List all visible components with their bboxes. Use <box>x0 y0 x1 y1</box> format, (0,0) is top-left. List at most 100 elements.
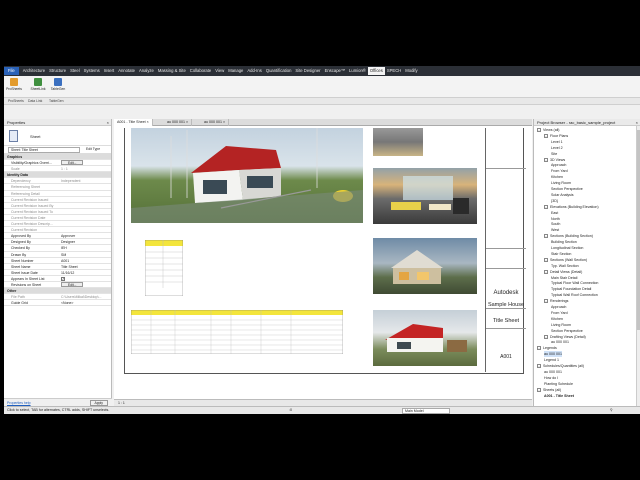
instance-filter-dropdown[interactable]: Sheet: Title Sheet <box>8 147 80 153</box>
browser-scrollbar[interactable] <box>636 126 640 406</box>
collapse-icon[interactable]: - <box>544 257 548 262</box>
tab-architecture[interactable]: Architecture <box>21 67 47 75</box>
approach-render[interactable] <box>373 310 477 366</box>
edit-type-button[interactable]: Edit Type <box>86 147 100 151</box>
property-value[interactable]: Independent <box>61 178 111 184</box>
tab-massing-site[interactable]: Massing & Site <box>156 67 188 75</box>
property-name: Current Revision Date <box>11 215 46 220</box>
property-value[interactable]: Edit... <box>61 281 111 288</box>
collapse-icon[interactable]: - <box>544 133 548 138</box>
browser-item-label: How do I <box>544 375 559 380</box>
tab-view-2[interactable]: au 000 001 × <box>164 119 193 126</box>
tab-modify[interactable]: Modify <box>403 67 419 75</box>
section-perspective-render[interactable] <box>373 238 477 294</box>
property-value[interactable]: A001 <box>61 258 111 264</box>
tablegen-button[interactable]: TableGen <box>50 78 66 92</box>
property-value[interactable]: Approver <box>61 233 111 239</box>
property-name: File Path <box>11 295 25 300</box>
tab-insert[interactable]: Insert <box>102 67 116 75</box>
browser-item-label: Typical Wall Roof Connection <box>551 293 598 298</box>
property-value[interactable]: Title Sheet <box>61 264 111 270</box>
property-name: Current Revision Descrip... <box>11 222 53 227</box>
collapse-icon[interactable]: - <box>537 364 541 369</box>
tab-lumion[interactable]: Lumion® <box>347 67 368 75</box>
tab-spech[interactable]: SPECH <box>385 67 403 75</box>
worksets-zero: :0 <box>289 408 292 412</box>
collapse-icon[interactable]: - <box>544 157 548 162</box>
property-value[interactable]: Edit... <box>61 160 111 166</box>
filter-icon[interactable]: ⚲ <box>610 408 613 412</box>
render-thumb-top[interactable] <box>373 128 423 156</box>
properties-help-link[interactable]: Properties help <box>7 401 31 405</box>
property-value[interactable]: ✓ <box>61 276 111 282</box>
tab-manage[interactable]: Manage <box>226 67 245 75</box>
browser-item-label: Views (all) <box>543 128 560 132</box>
checkbox[interactable]: ✓ <box>61 276 65 281</box>
edit-button[interactable]: Edit... <box>61 281 84 287</box>
view-scale[interactable]: 1 : 1 <box>118 401 125 405</box>
legend-table[interactable] <box>145 240 183 296</box>
tab-annotate[interactable]: Annotate <box>116 67 137 75</box>
tab-collaborate[interactable]: Collaborate <box>188 67 213 75</box>
properties-footer: Properties help Apply <box>4 398 112 406</box>
property-name: Checked By <box>11 246 30 251</box>
prosheets-button[interactable]: ProSheets <box>6 78 22 92</box>
tab-quantification[interactable]: Quantification <box>264 67 294 75</box>
browser-tree-item[interactable]: A001 - Title Sheet <box>544 393 574 399</box>
tab-structure[interactable]: Structure <box>47 67 68 75</box>
tab-add-ins[interactable]: Add-Ins <box>245 67 263 75</box>
title-block[interactable]: Autodesk Sample House Title Sheet A001 <box>485 128 526 372</box>
tab-systems[interactable]: Systems <box>82 67 102 75</box>
close-icon[interactable]: × <box>186 120 188 124</box>
collapse-icon[interactable]: - <box>544 334 548 339</box>
tab-enscape[interactable]: Enscape™ <box>323 67 347 75</box>
tab-analyze[interactable]: Analyze <box>137 67 156 75</box>
ribbon-group-labels: ProSheets Data Link TableGen <box>4 98 640 105</box>
properties-palette: Properties × Sheet Sheet: Title Sheet Ed… <box>4 119 112 406</box>
tab-site-designer[interactable]: Site Designer <box>293 67 322 75</box>
property-value[interactable]: SM <box>61 252 111 258</box>
divider <box>486 328 526 329</box>
type-selector[interactable]: Sheet <box>4 126 111 146</box>
browser-item-label: A001 - Title Sheet <box>544 393 574 398</box>
status-bar: Click to select, TAB for alternates, CTR… <box>4 406 640 414</box>
tab-view-3[interactable]: au 000 001 × <box>201 119 230 126</box>
schedule-table[interactable] <box>131 310 343 354</box>
close-icon[interactable]: × <box>636 119 638 126</box>
property-value[interactable]: 1 : 1 <box>61 166 111 172</box>
collapse-icon[interactable]: - <box>537 346 541 351</box>
property-value[interactable]: 11/16/12 <box>61 270 111 276</box>
close-icon[interactable]: × <box>107 119 109 126</box>
close-icon[interactable]: × <box>223 120 225 124</box>
property-value[interactable]: IEH <box>61 245 111 251</box>
property-name: Appears In Sheet List <box>11 276 45 281</box>
property-value[interactable]: C:\Users\Mikal\Desktop\... <box>61 294 111 300</box>
property-value[interactable]: <None> <box>61 300 111 306</box>
browser-item-label: Living Room <box>551 322 571 327</box>
properties-filter-row: Sheet: Title Sheet Edit Type <box>4 146 111 154</box>
property-name: Referencing Sheet <box>11 185 40 190</box>
tab-title-sheet[interactable]: A001 - Title Sheet × <box>114 119 153 126</box>
drawing-canvas[interactable]: Autodesk Sample House Title Sheet A001 <box>114 126 532 399</box>
main-model-dropdown[interactable]: Main Model <box>402 408 450 414</box>
file-tab[interactable]: File <box>4 67 19 75</box>
interior-render-living[interactable] <box>373 168 477 224</box>
collapse-icon[interactable]: - <box>544 269 548 274</box>
collapse-icon[interactable]: - <box>537 128 541 133</box>
property-name: Revisions on Sheet <box>11 282 42 287</box>
collapse-icon[interactable]: - <box>544 204 548 209</box>
collapse-icon[interactable]: - <box>537 387 541 392</box>
view-control-bar: 1 : 1 <box>114 399 532 406</box>
edit-button[interactable]: Edit... <box>61 160 84 166</box>
close-icon[interactable]: × <box>147 120 149 124</box>
tab-view[interactable]: View <box>213 67 226 75</box>
browser-item-label: Sections (Building Section) <box>550 234 593 239</box>
exterior-render-main[interactable] <box>131 128 363 223</box>
property-value[interactable]: Designer <box>61 239 111 245</box>
property-row[interactable]: Guide Grid <None> <box>4 300 111 307</box>
tab-steel[interactable]: Steel <box>68 67 82 75</box>
sheetlink-button[interactable]: SheetLink <box>30 78 46 92</box>
tab-offices[interactable]: Offices <box>367 67 385 75</box>
collapse-icon[interactable]: - <box>544 299 548 304</box>
collapse-icon[interactable]: - <box>544 234 548 239</box>
